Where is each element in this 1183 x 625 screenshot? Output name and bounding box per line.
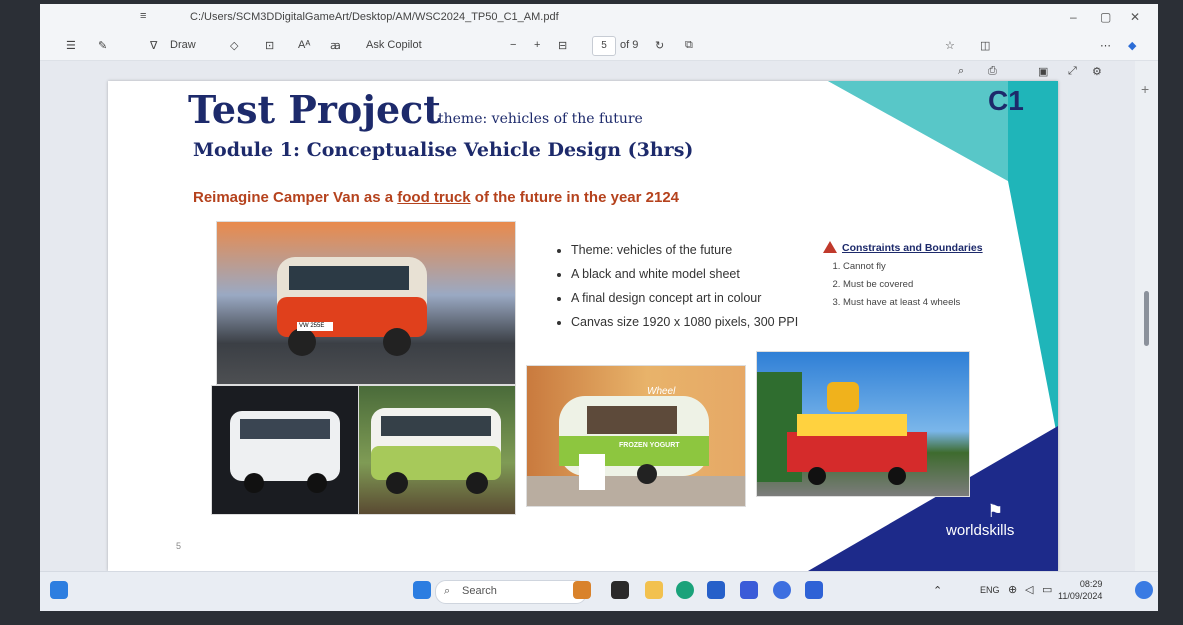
worldskills-logo: ⚑ worldskills (946, 501, 1014, 539)
volume-icon[interactable]: ◁ (1025, 583, 1033, 596)
store-icon[interactable] (707, 581, 725, 599)
zoom-out-button[interactable]: − (510, 39, 516, 51)
page-view-icon[interactable]: ⧉ (685, 39, 693, 52)
contents-icon[interactable]: ☰ (66, 39, 76, 52)
badge-c1: C1 (988, 85, 1024, 116)
read-aloud-icon[interactable]: ꜳ (330, 39, 341, 52)
copilot-taskbar-icon[interactable] (1135, 581, 1153, 599)
camper-illustration (277, 257, 427, 356)
text-size-icon[interactable]: Aᴬ (298, 39, 310, 51)
page-total: of 9 (620, 39, 639, 51)
photo-frozen-yogurt-truck: FROZEN YOGURT Wheel (526, 365, 746, 507)
more-icon[interactable]: ⋯ (1100, 39, 1111, 52)
taskbar-search[interactable]: ⌕ Search (435, 580, 587, 604)
page-number-input[interactable]: 5 (592, 36, 616, 56)
file-path: C:/Users/SCM3DDigitalGameArt/Desktop/AM/… (190, 11, 559, 23)
fit-page-icon[interactable]: ⊟ (558, 39, 567, 52)
copilot-icon[interactable]: ◆ (1128, 39, 1136, 52)
search-glass-icon: ⌕ (444, 585, 451, 597)
pdf-toolbar: ☰ ✎ ∇ Draw ◇ ⊡ Aᴬ ꜳ Ask Copilot − + ⊟ 5 … (40, 32, 1158, 61)
task-view-icon[interactable] (611, 581, 629, 599)
photo-green-vw (358, 385, 516, 515)
draw-button[interactable]: Draw (170, 39, 196, 51)
slide-page-number: 5 (176, 541, 182, 551)
list-item: Theme: vehicles of the future (571, 238, 798, 262)
app-icon-2[interactable] (773, 581, 791, 599)
draw-icon[interactable]: ∇ (150, 39, 157, 52)
eraser-icon[interactable]: ◇ (230, 39, 238, 52)
headline-link[interactable]: food truck (397, 189, 470, 206)
plate-text: VW 255E (299, 323, 325, 329)
constraint-item: Must be covered (843, 276, 983, 294)
chevron-up-icon[interactable]: ⌃ (933, 584, 942, 597)
scrollbar-thumb[interactable] (1144, 291, 1149, 346)
lang-indicator[interactable]: ENG (980, 585, 1000, 595)
constraints-title: Constraints and Boundaries (842, 242, 983, 254)
battery-icon[interactable]: ▭ (1042, 583, 1052, 596)
app-icon-3[interactable] (805, 581, 823, 599)
ask-copilot-button[interactable]: Ask Copilot (366, 39, 422, 51)
truck-sign-text: Wheel (647, 386, 676, 397)
minimize-button[interactable]: – (1070, 10, 1077, 24)
white-van-illustration (230, 411, 340, 493)
file-menu-icon[interactable]: ≡ (140, 10, 146, 22)
constraint-item: Cannot fly (843, 258, 983, 276)
clock-time: 08:29 (1079, 579, 1103, 589)
highlight-icon[interactable]: ✎ (98, 39, 107, 52)
worldskills-logo-text: worldskills (946, 522, 1015, 539)
search-label: Search (462, 585, 497, 597)
slide-title: Test Project (188, 87, 441, 132)
slide-module: Module 1: Conceptualise Vehicle Design (… (193, 139, 694, 161)
photo-orange-camper: VW 255E (216, 221, 516, 385)
yogurt-truck-illustration (527, 396, 745, 506)
photo-white-vw (211, 385, 359, 515)
save-icon[interactable]: ▣ (1038, 65, 1048, 78)
frozen-yogurt-text: FROZEN YOGURT (619, 442, 680, 449)
start-icon[interactable] (413, 581, 431, 599)
worldskills-figure-icon: ⚑ (987, 501, 1004, 521)
vertical-scrollbar[interactable]: + (1135, 61, 1158, 571)
add-icon[interactable]: + (1141, 81, 1149, 97)
photo-red-food-truck (756, 351, 970, 497)
settings-icon[interactable]: ⚙ (1092, 65, 1102, 78)
expand-icon[interactable]: ⤢ (1068, 65, 1077, 78)
file-explorer-icon[interactable] (645, 581, 663, 599)
headline-pre: Reimagine Camper Van as a (193, 189, 398, 206)
clock-date: 11/09/2024 (1058, 591, 1103, 601)
taskbar: ⌕ Search ⌃ ENG ⊕ ◁ ▭ 08:29 11/09/2024 (40, 571, 1158, 611)
red-truck-illustration (757, 372, 927, 485)
app-icon[interactable] (740, 581, 758, 599)
briefcase-icon[interactable] (573, 581, 591, 599)
clock[interactable]: 08:29 11/09/2024 (1058, 578, 1102, 602)
search-icon[interactable]: ⌕ (958, 65, 964, 78)
favorite-icon[interactable]: ☆ (945, 39, 955, 52)
green-van-illustration (371, 408, 501, 494)
headline-post: of the future in the year 2124 (470, 189, 679, 206)
list-item: Canvas size 1920 x 1080 pixels, 300 PPI (571, 310, 798, 334)
maximize-button[interactable]: ▢ (1100, 10, 1111, 24)
list-item: A final design concept art in colour (571, 286, 798, 310)
slide-page: Test Project theme: vehicles of the futu… (108, 81, 1058, 571)
monitor-screen: ≡ C:/Users/SCM3DDigitalGameArt/Desktop/A… (40, 4, 1158, 611)
print-icon[interactable]: ⎙ (988, 65, 997, 78)
text-box-icon[interactable]: ⊡ (265, 39, 274, 52)
warning-icon (823, 241, 837, 253)
network-icon[interactable]: ⊕ (1008, 583, 1017, 596)
window-titlebar: ≡ C:/Users/SCM3DDigitalGameArt/Desktop/A… (40, 4, 1158, 32)
constraints-box: Constraints and Boundaries Cannot fly Mu… (823, 241, 983, 312)
constraint-item: Must have at least 4 wheels (843, 294, 983, 312)
zoom-in-button[interactable]: + (534, 39, 540, 51)
rotate-icon[interactable]: ↻ (655, 39, 664, 52)
pdf-viewer: ⌕ ⎙ ▣ ⤢ ⚙ Test Project theme: vehicles o… (40, 61, 1135, 571)
list-item: A black and white model sheet (571, 262, 798, 286)
slide-theme: theme: vehicles of the future (438, 111, 643, 127)
slide-headline: Reimagine Camper Van as a food truck of … (193, 189, 679, 206)
requirements-list: Theme: vehicles of the future A black an… (553, 238, 798, 334)
widgets-icon[interactable] (50, 581, 68, 599)
split-screen-icon[interactable]: ◫ (980, 39, 990, 52)
edge-icon[interactable] (676, 581, 694, 599)
close-button[interactable]: ✕ (1130, 10, 1140, 24)
